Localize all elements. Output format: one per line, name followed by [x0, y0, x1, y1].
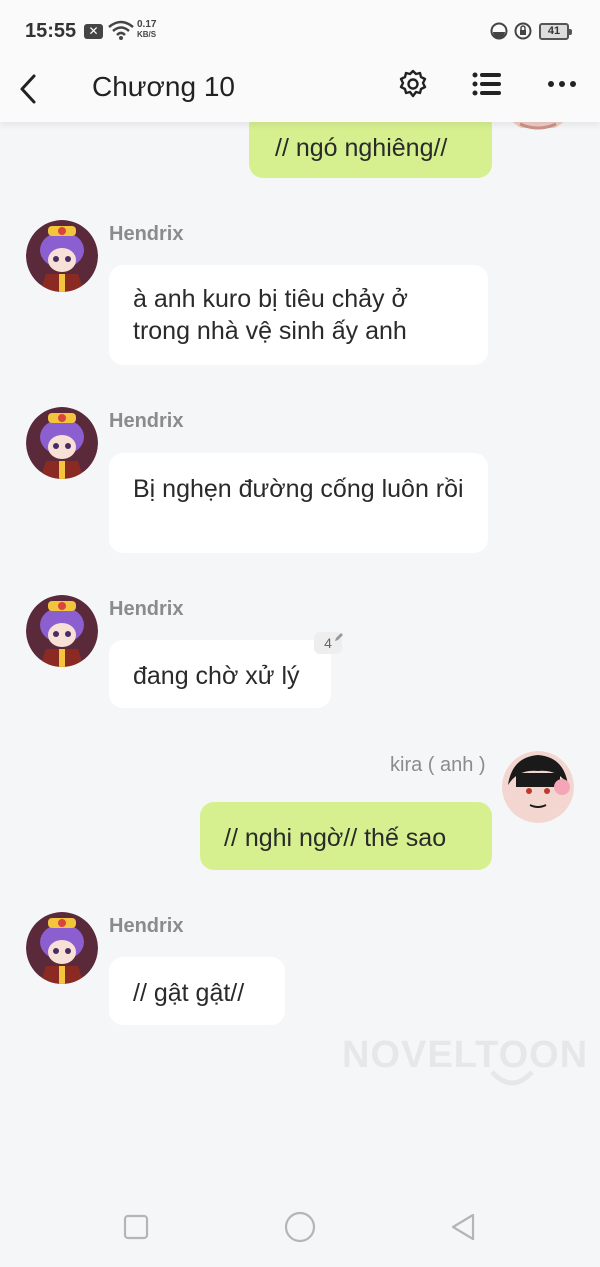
sender-name: Hendrix [109, 598, 184, 620]
hendrix-avatar[interactable] [26, 407, 98, 479]
message-bubble-left[interactable]: à anh kuro bị tiêu chảy ở trong nhà vệ s… [109, 265, 488, 365]
status-bar: 15:55 ✕ 0.17 KB/S 41 [0, 0, 600, 62]
network-speed: 0.17 KB/S [137, 19, 157, 40]
message-bubble-right[interactable]: // nghi ngờ// thế sao [200, 802, 492, 870]
watermark-smile-icon [490, 1070, 534, 1093]
sender-name: Hendrix [109, 223, 184, 245]
message-bubble-left[interactable]: Bị nghẹn đường cống luôn rồi [109, 453, 488, 553]
sender-name: Hendrix [109, 410, 184, 432]
circle-home-icon[interactable] [280, 1207, 320, 1247]
data-saver-icon [490, 22, 508, 45]
chapter-header: Chương 10 [0, 62, 600, 122]
page-title: Chương 10 [92, 71, 235, 102]
message-bubble-left[interactable]: đang chờ xử lý [109, 640, 331, 708]
rotation-lock-icon [514, 22, 532, 45]
back-arrow-icon[interactable] [14, 68, 44, 108]
message-bubble-left[interactable]: // gật gật// [109, 957, 285, 1025]
system-nav-bar [0, 1187, 600, 1267]
chat-area: // ngó nghiêng// Hendrix à anh kuro bị t… [0, 0, 600, 1267]
square-recents-icon[interactable] [116, 1207, 156, 1247]
more-dots-icon[interactable] [545, 66, 579, 102]
wifi-icon [108, 20, 134, 45]
status-time: 15:55 [25, 20, 77, 42]
hendrix-avatar[interactable] [26, 220, 98, 292]
watermark: NOVELTOON [342, 1034, 589, 1076]
sender-name: Hendrix [109, 915, 184, 937]
pencil-icon [334, 629, 344, 647]
x-notification-icon: ✕ [84, 24, 103, 39]
gear-icon[interactable] [396, 66, 430, 102]
sender-name: kira ( anh ) [390, 754, 486, 776]
triangle-back-icon[interactable] [443, 1207, 483, 1247]
kira-avatar[interactable] [502, 751, 574, 823]
hendrix-avatar[interactable] [26, 912, 98, 984]
hendrix-avatar[interactable] [26, 595, 98, 667]
list-icon[interactable] [470, 66, 504, 102]
battery-indicator: 41 [539, 23, 572, 40]
